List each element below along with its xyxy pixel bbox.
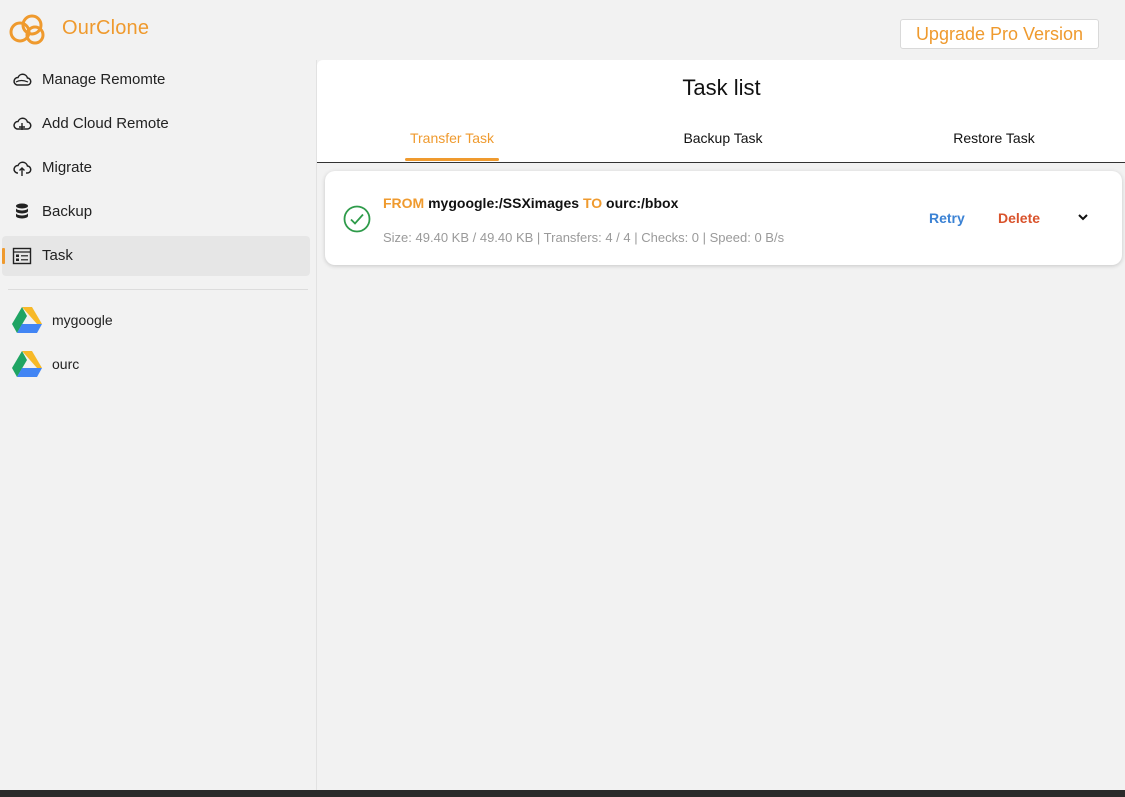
sidebar-item-add-cloud-remote[interactable]: Add Cloud Remote (2, 104, 310, 144)
to-keyword: TO (582, 195, 603, 211)
app-header: OurClone Upgrade Pro Version (0, 0, 1125, 60)
task-stats: Size: 49.40 KB / 49.40 KB | Transfers: 4… (383, 230, 785, 245)
task-header: Task list Transfer Task Backup Task Rest… (317, 60, 1125, 163)
cloud-add-icon (13, 117, 32, 130)
retry-button[interactable]: Retry (929, 210, 965, 226)
remote-label: mygoogle (52, 312, 113, 328)
logo-icon (9, 14, 45, 45)
sidebar-item-task[interactable]: Task (2, 236, 310, 276)
sidebar-item-label: Migrate (42, 159, 93, 176)
chevron-down-icon[interactable] (1076, 210, 1090, 224)
active-tab-indicator (405, 158, 499, 161)
upgrade-pro-button[interactable]: Upgrade Pro Version (900, 19, 1099, 49)
sidebar-divider (8, 289, 308, 290)
tab-restore-task[interactable]: Restore Task (894, 130, 1094, 163)
page-title: Task list (682, 75, 761, 100)
sidebar-item-migrate[interactable]: Migrate (2, 148, 310, 188)
main-content: Task list Transfer Task Backup Task Rest… (316, 60, 1125, 797)
task-source: mygoogle:/SSXimages (428, 195, 580, 211)
sidebar-item-label: Task (42, 247, 73, 264)
google-drive-icon (12, 351, 42, 377)
database-icon (16, 203, 28, 219)
sidebar-item-backup[interactable]: Backup (2, 192, 310, 232)
delete-button[interactable]: Delete (998, 210, 1040, 226)
active-indicator (2, 248, 5, 264)
sidebar-item-label: Manage Remomte (42, 71, 166, 88)
cloud-icon (13, 73, 32, 86)
app-title: OurClone (62, 17, 150, 39)
google-drive-icon (12, 307, 42, 333)
remote-item-mygoogle[interactable]: mygoogle (10, 302, 310, 338)
remote-label: ourc (52, 356, 80, 372)
sidebar: Manage Remomte Add Cloud Remote Migrate … (0, 60, 316, 797)
remote-item-ourc[interactable]: ourc (10, 346, 310, 382)
success-check-icon (343, 205, 371, 233)
sidebar-item-label: Add Cloud Remote (42, 115, 169, 132)
task-card: FROM mygoogle:/SSXimages TO ourc:/bbox S… (325, 171, 1122, 265)
task-destination: ourc:/bbox (606, 195, 679, 211)
bottom-edge (0, 790, 1125, 797)
sidebar-item-label: Backup (42, 203, 93, 220)
task-list-icon (12, 247, 32, 265)
from-keyword: FROM (383, 195, 425, 211)
tab-backup-task[interactable]: Backup Task (623, 130, 823, 163)
sidebar-item-manage-remote[interactable]: Manage Remomte (2, 60, 310, 100)
cloud-upload-icon (13, 161, 32, 176)
task-route: FROM mygoogle:/SSXimages TO ourc:/bbox (383, 195, 678, 211)
